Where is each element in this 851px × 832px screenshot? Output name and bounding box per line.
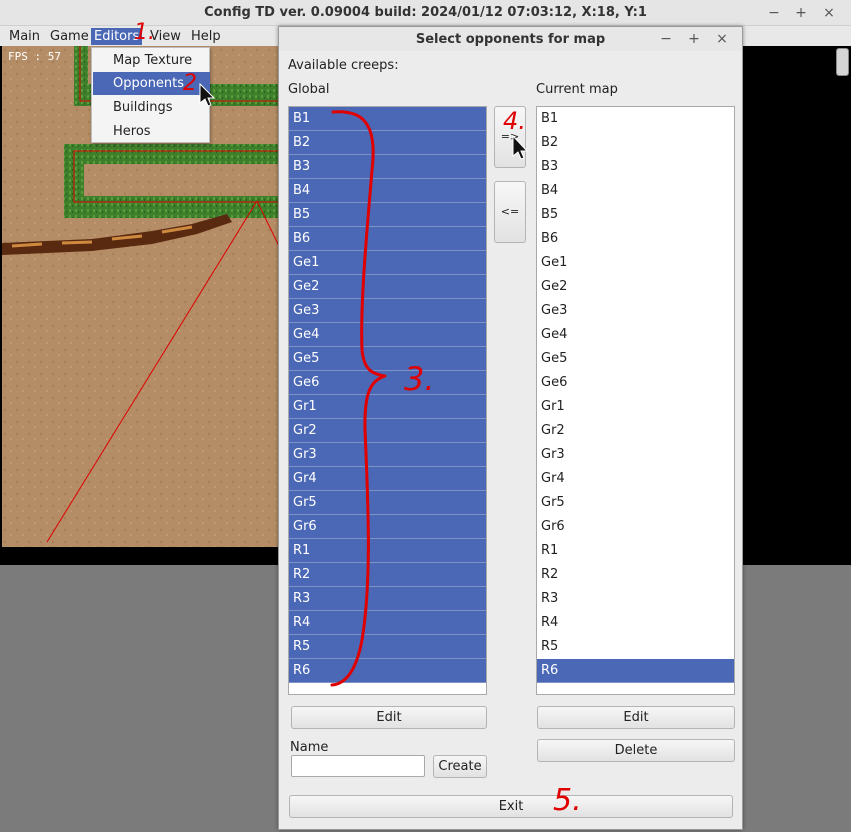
create-button[interactable]: Create (433, 755, 487, 778)
global-list-item[interactable]: B3 (289, 155, 486, 179)
menu-help[interactable]: Help (188, 28, 224, 45)
current-map-list-item[interactable]: R6 (537, 659, 734, 683)
current-map-creeps-list[interactable]: B1 B2 B3 B4 B5 B6 Ge1 Ge2 Ge3 Ge4 Ge5 Ge6 Gr1 Gr2 Gr3 G… (536, 106, 735, 695)
global-list-item[interactable]: B6 (289, 227, 486, 251)
available-creeps-label: Available creeps: (288, 58, 399, 73)
global-list-item[interactable]: R1 (289, 539, 486, 563)
current-map-list-item[interactable]: B2 (537, 131, 734, 155)
current-map-label: Current map (536, 82, 618, 97)
delete-button[interactable]: Delete (537, 739, 735, 762)
side-scroll-handle[interactable] (836, 48, 849, 76)
current-map-list-item[interactable]: R4 (537, 611, 734, 635)
dialog-minimize-icon[interactable]: − (657, 30, 675, 48)
global-list-item[interactable]: Ge1 (289, 251, 486, 275)
global-list-item[interactable]: B5 (289, 203, 486, 227)
current-map-list-item[interactable]: Ge6 (537, 371, 734, 395)
current-map-list-item[interactable]: R2 (537, 563, 734, 587)
name-input[interactable] (291, 755, 425, 777)
dialog-maximize-icon[interactable]: + (685, 30, 703, 48)
current-map-list-item[interactable]: Ge5 (537, 347, 734, 371)
global-list-item[interactable]: Ge4 (289, 323, 486, 347)
current-map-list-item[interactable]: Gr3 (537, 443, 734, 467)
remove-from-map-button[interactable]: <= (494, 181, 526, 243)
menu-view[interactable]: View (147, 28, 184, 45)
current-map-list-item[interactable]: R1 (537, 539, 734, 563)
current-map-list-item[interactable]: B6 (537, 227, 734, 251)
current-map-list-item[interactable]: Ge1 (537, 251, 734, 275)
current-map-list-item[interactable]: Gr2 (537, 419, 734, 443)
minimize-icon[interactable]: − (765, 4, 783, 22)
maximize-icon[interactable]: + (792, 4, 810, 22)
current-map-list-item[interactable]: Gr6 (537, 515, 734, 539)
global-list-item[interactable]: B2 (289, 131, 486, 155)
global-list-item[interactable]: Gr3 (289, 443, 486, 467)
menu-item-heros[interactable]: Heros (93, 120, 210, 143)
menu-editors[interactable]: Editors (91, 28, 143, 45)
add-to-map-button[interactable]: => (494, 106, 526, 168)
select-opponents-dialog: Select opponents for map − + × Available… (278, 26, 743, 830)
current-map-list-item[interactable]: B5 (537, 203, 734, 227)
current-map-list-item[interactable]: Ge2 (537, 275, 734, 299)
current-map-list-item[interactable]: Gr1 (537, 395, 734, 419)
menu-game[interactable]: Game (47, 28, 92, 45)
global-list-item[interactable]: R4 (289, 611, 486, 635)
fps-counter: FPS : 57 (8, 50, 61, 63)
menu-item-buildings[interactable]: Buildings (93, 96, 210, 119)
global-label: Global (288, 82, 330, 97)
main-titlebar: Config TD ver. 0.09004 build: 2024/01/12… (0, 0, 851, 26)
current-map-list-item[interactable]: Ge3 (537, 299, 734, 323)
global-list-item[interactable]: B1 (289, 107, 486, 131)
name-label: Name (290, 740, 329, 755)
global-list-item[interactable]: Gr4 (289, 467, 486, 491)
dialog-titlebar: Select opponents for map − + × (279, 27, 742, 51)
global-list-item[interactable]: Gr6 (289, 515, 486, 539)
current-map-list-item[interactable]: B1 (537, 107, 734, 131)
current-map-list-item[interactable]: Gr5 (537, 491, 734, 515)
global-list-item[interactable]: Ge6 (289, 371, 486, 395)
global-list-item[interactable]: Gr2 (289, 419, 486, 443)
editors-dropdown-menu: Map Texture Opponents Buildings Heros (91, 47, 210, 143)
close-icon[interactable]: × (820, 4, 838, 22)
current-map-list-item[interactable]: Ge4 (537, 323, 734, 347)
dialog-close-icon[interactable]: × (713, 30, 731, 48)
global-list-item[interactable]: Gr1 (289, 395, 486, 419)
global-list-item[interactable]: R2 (289, 563, 486, 587)
main-window-title: Config TD ver. 0.09004 build: 2024/01/12… (204, 5, 647, 20)
global-list-item[interactable]: Gr5 (289, 491, 486, 515)
global-creeps-list[interactable]: B1 B2 B3 B4 B5 B6 Ge1 Ge2 Ge3 Ge4 Ge5 Ge6 Gr1 Gr2 Gr3 G… (288, 106, 487, 695)
global-list-item[interactable]: Ge5 (289, 347, 486, 371)
global-list-item[interactable]: R6 (289, 659, 486, 683)
global-edit-button[interactable]: Edit (291, 706, 487, 729)
global-list-item[interactable]: Ge3 (289, 299, 486, 323)
current-map-list-item[interactable]: R3 (537, 587, 734, 611)
exit-button[interactable]: Exit (289, 795, 733, 818)
current-map-list-item[interactable]: R5 (537, 635, 734, 659)
menu-item-opponents[interactable]: Opponents (93, 72, 210, 95)
current-edit-button[interactable]: Edit (537, 706, 735, 729)
menu-item-map-texture[interactable]: Map Texture (93, 49, 210, 72)
global-list-item[interactable]: R5 (289, 635, 486, 659)
menu-main[interactable]: Main (6, 28, 43, 45)
global-list-item[interactable]: Ge2 (289, 275, 486, 299)
current-map-list-item[interactable]: B3 (537, 155, 734, 179)
global-list-item[interactable]: R3 (289, 587, 486, 611)
current-map-list-item[interactable]: B4 (537, 179, 734, 203)
global-list-item[interactable]: B4 (289, 179, 486, 203)
current-map-list-item[interactable]: Gr4 (537, 467, 734, 491)
